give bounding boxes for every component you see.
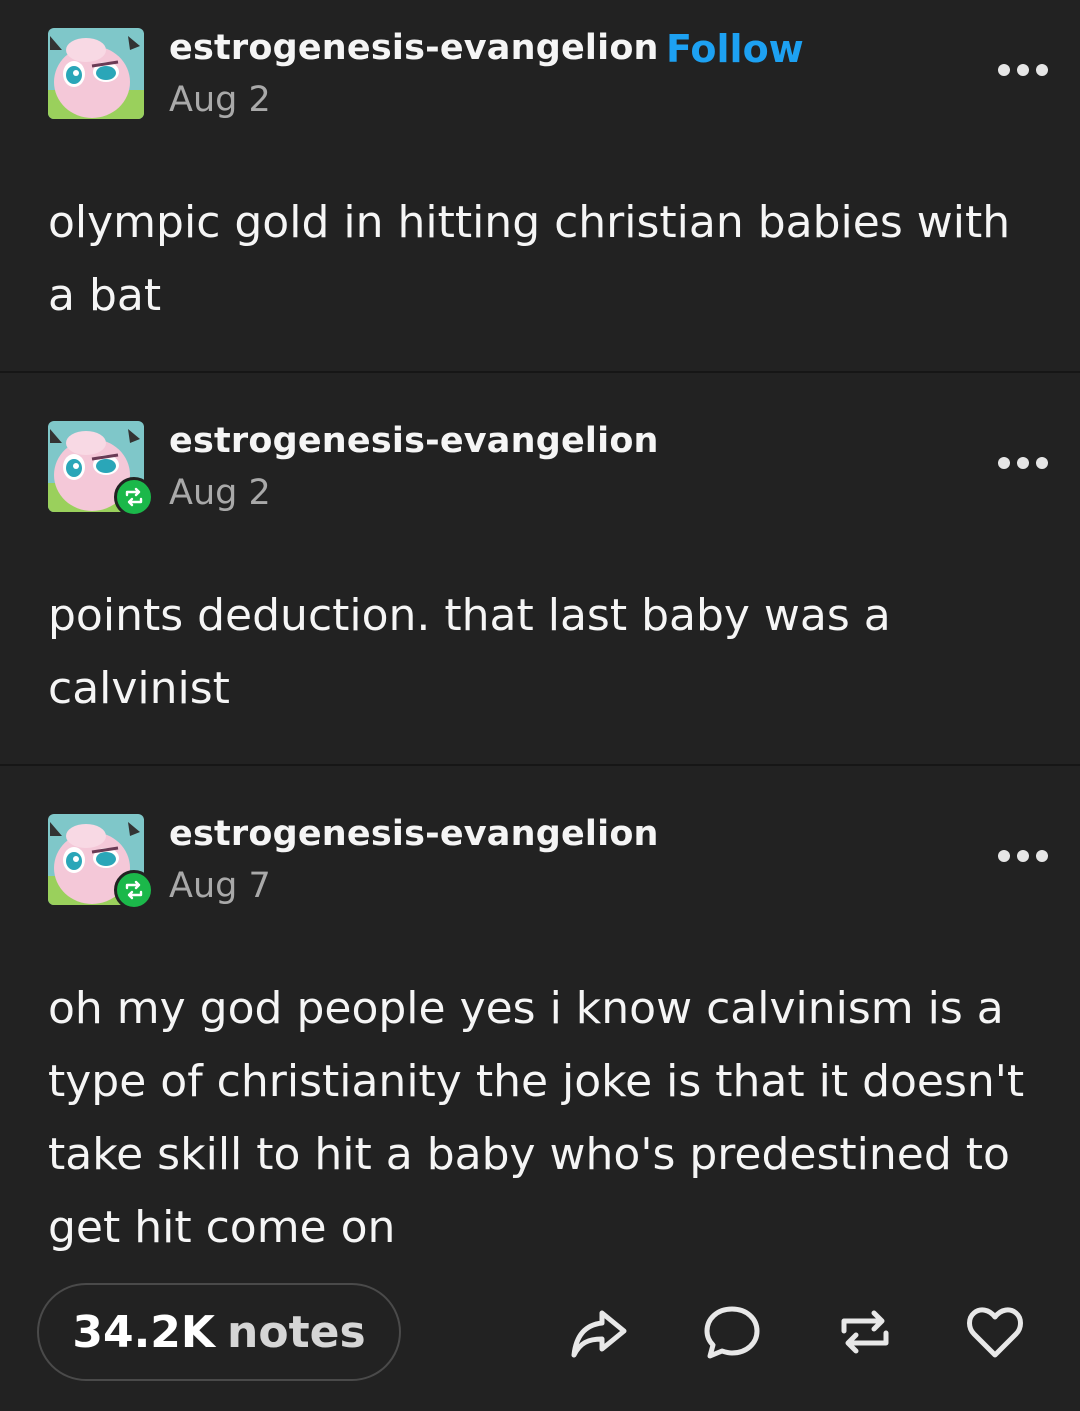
reblog-badge-icon [114, 870, 154, 910]
username[interactable]: estrogenesis-evangelion [169, 28, 659, 68]
post-date: Aug 2 [169, 473, 271, 513]
post-reblog: estrogenesis-evangelion Aug 7 oh my god … [0, 786, 1080, 1276]
notes-label: notes [227, 1306, 366, 1358]
comment-icon[interactable] [703, 1303, 761, 1361]
divider [0, 764, 1080, 766]
more-options-icon[interactable] [998, 848, 1048, 864]
jigglypuff-avatar-icon [48, 28, 144, 119]
post-date: Aug 7 [169, 866, 271, 906]
more-options-icon[interactable] [998, 62, 1048, 78]
avatar[interactable] [48, 28, 144, 119]
reblog-badge-icon [114, 477, 154, 517]
notes-button[interactable]: 34.2K notes [37, 1283, 401, 1381]
post-body: oh my god people yes i know calvinism is… [48, 983, 1025, 1253]
username[interactable]: estrogenesis-evangelion [169, 421, 659, 461]
post-body: points deduction. that last baby was a c… [48, 590, 891, 714]
post-header: estrogenesis-evangelion Aug 7 [48, 814, 1048, 910]
notes-count: 34.2K [72, 1306, 216, 1358]
post-header: estrogenesis-evangelion Follow Aug 2 [48, 27, 1048, 120]
heart-icon[interactable] [966, 1303, 1024, 1361]
username[interactable]: estrogenesis-evangelion [169, 814, 659, 854]
follow-button[interactable]: Follow [666, 27, 804, 71]
post-original: estrogenesis-evangelion Follow Aug 2 oly… [0, 0, 1080, 372]
more-options-icon[interactable] [998, 455, 1048, 471]
post-date: Aug 2 [169, 80, 271, 120]
post-header: estrogenesis-evangelion Aug 2 [48, 421, 1048, 517]
divider [0, 371, 1080, 373]
reblog-icon[interactable] [836, 1303, 894, 1361]
share-icon[interactable] [570, 1303, 628, 1361]
post-reblog: estrogenesis-evangelion Aug 2 points ded… [0, 393, 1080, 765]
post-body: olympic gold in hitting christian babies… [48, 197, 1011, 321]
